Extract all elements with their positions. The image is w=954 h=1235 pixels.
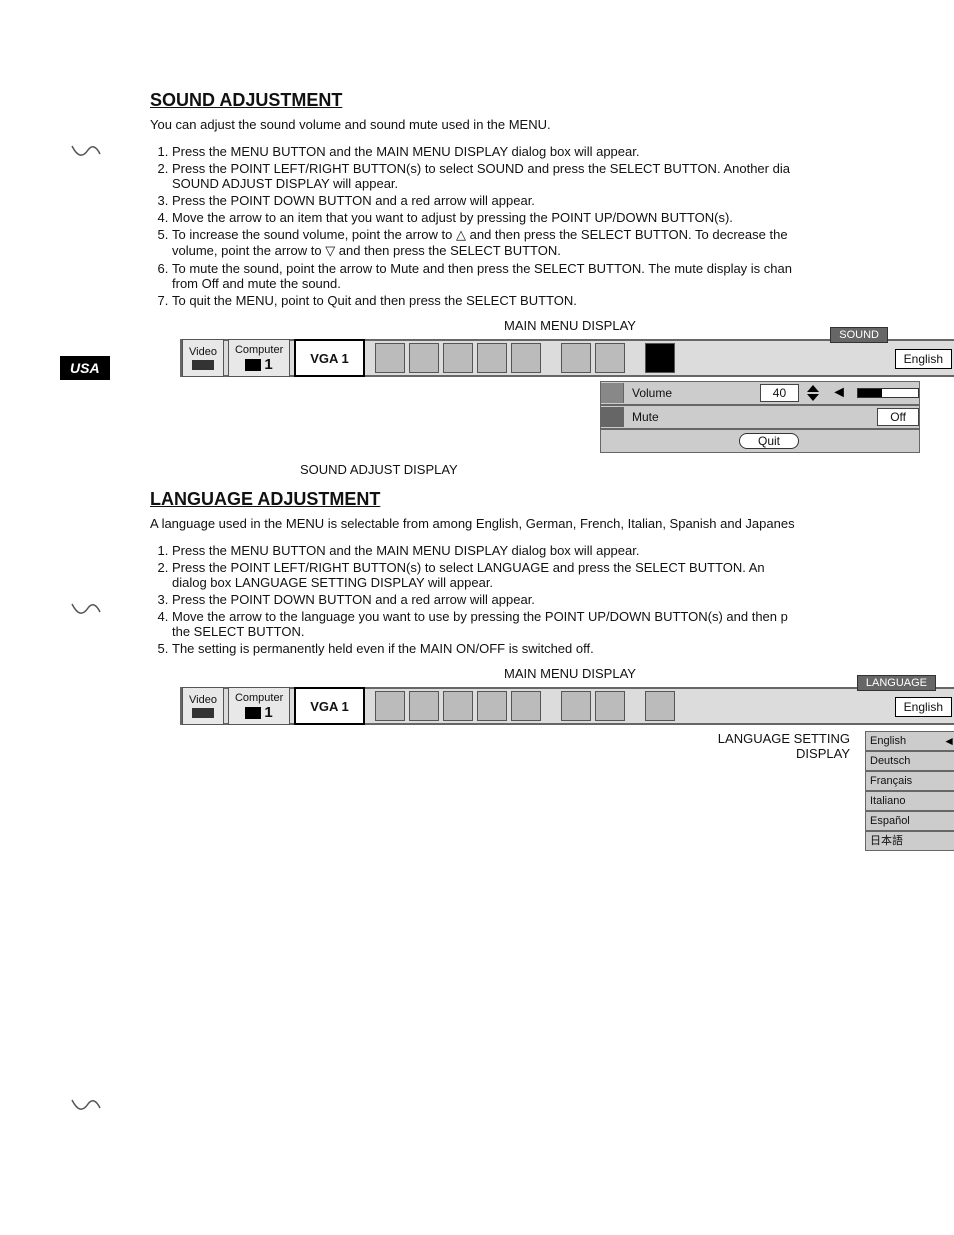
main-menu-bar: SOUND Video Computer 1 VGA 1 English [180,339,954,377]
red-arrow-icon: ◄ [943,732,954,750]
step-sub: SOUND ADJUST DISPLAY will appear. [172,176,954,191]
sound-step: To increase the sound volume, point the … [172,227,954,259]
sound-icon[interactable] [645,691,675,721]
sound-adjust-label: SOUND ADJUST DISPLAY [300,462,458,477]
lang-option-english[interactable]: English ◄ [865,731,954,751]
menu-icon[interactable] [409,691,439,721]
lang-step: Press the POINT DOWN BUTTON and a red ar… [172,592,954,607]
step-text: Press the POINT LEFT/RIGHT BUTTON(s) to … [172,161,790,176]
step-text: To mute the sound, point the arrow to Mu… [172,261,792,276]
sound-step: Press the MENU BUTTON and the MAIN MENU … [172,144,954,159]
mute-label: Mute [628,410,873,424]
menu-icon[interactable] [511,691,541,721]
tab-label: Video [189,694,217,706]
menu-icon[interactable] [375,691,405,721]
mute-value: Off [877,408,919,426]
lang-option-label: Français [870,772,912,790]
tab-video[interactable]: Video [182,687,224,725]
sound-adjust-panel: Volume 40 ◄ Mute Off Quit [600,381,920,453]
volume-row[interactable]: Volume 40 ◄ [600,381,920,405]
menu-icon[interactable] [511,343,541,373]
tab-video[interactable]: Video [182,339,224,377]
red-arrow-icon: ◄ [831,384,847,402]
lang-option-espanol[interactable]: Español [865,811,954,831]
main-menu-caption: MAIN MENU DISPLAY [180,666,954,681]
menu-icon[interactable] [443,343,473,373]
lang-step: Move the arrow to the language you want … [172,609,954,639]
comp-num: 1 [264,356,272,373]
language-badge: LANGUAGE [857,675,936,691]
step-sub: from Off and mute the sound. [172,276,954,291]
lang-option-francais[interactable]: Français [865,771,954,791]
volume-arrows[interactable] [807,385,819,401]
menu-icon[interactable] [561,691,591,721]
tab-computer[interactable]: Computer 1 [228,339,290,377]
lang-step: Press the POINT LEFT/RIGHT BUTTON(s) to … [172,560,954,590]
usa-tag: USA [60,356,110,380]
lang-option-label: English [870,732,906,750]
menu-icon[interactable] [477,691,507,721]
sound-step: To mute the sound, point the arrow to Mu… [172,261,954,291]
sound-step: Press the POINT DOWN BUTTON and a red ar… [172,193,954,208]
menu-icon[interactable] [409,343,439,373]
tab-vga1[interactable]: VGA 1 [294,339,365,377]
tab-label: Computer [235,692,283,704]
sound-heading: SOUND ADJUSTMENT [150,90,954,111]
tab-label: Computer [235,344,283,356]
lang-option-deutsch[interactable]: Deutsch [865,751,954,771]
menu-icon[interactable] [595,691,625,721]
menu-icon[interactable] [595,343,625,373]
sound-badge: SOUND [830,327,888,343]
sound-step: To quit the MENU, point to Quit and then… [172,293,954,308]
step-text: Move the arrow to the language you want … [172,609,788,624]
step-text: To increase the sound volume, point the … [172,227,788,242]
arrow-down-icon[interactable] [807,394,819,401]
sound-step: Press the POINT LEFT/RIGHT BUTTON(s) to … [172,161,954,191]
sound-step: Move the arrow to an item that you want … [172,210,954,225]
sound-intro: You can adjust the sound volume and soun… [150,117,954,132]
tab-computer[interactable]: Computer 1 [228,687,290,725]
language-intro: A language used in the MENU is selectabl… [150,516,954,531]
quit-button[interactable]: Quit [739,433,799,449]
language-selected[interactable]: English [895,349,952,369]
volume-value: 40 [760,384,799,402]
step-sub: dialog box LANGUAGE SETTING DISPLAY will… [172,575,954,590]
menu-icon[interactable] [477,343,507,373]
mute-icon [601,407,624,427]
main-menu-bar-lang: LANGUAGE Video Computer 1 VGA 1 [180,687,954,725]
menu-icon[interactable] [443,691,473,721]
lang-option-label: Deutsch [870,752,910,770]
computer-icon [245,359,261,371]
quit-row: Quit [600,429,920,453]
lang-option-japanese[interactable]: 日本語 [865,831,954,851]
step-text: Press the POINT LEFT/RIGHT BUTTON(s) to … [172,560,765,575]
lang-option-label: Español [870,812,910,830]
menu-icon[interactable] [561,343,591,373]
lang-step: Press the MENU BUTTON and the MAIN MENU … [172,543,954,558]
sound-icon[interactable] [645,343,675,373]
sound-steps: Press the MENU BUTTON and the MAIN MENU … [150,144,954,308]
menu-icon[interactable] [375,343,405,373]
step-sub: the SELECT BUTTON. [172,624,954,639]
lang-option-label: Italiano [870,792,905,810]
language-selected[interactable]: English [895,697,952,717]
computer-icon [245,707,261,719]
arrow-up-icon[interactable] [807,385,819,392]
video-icon [192,360,214,370]
tab-label: Video [189,346,217,358]
step-sub: volume, point the arrow to ▽ and then pr… [172,243,954,259]
language-setting-label: LANGUAGE SETTING DISPLAY [690,731,850,761]
language-heading: LANGUAGE ADJUSTMENT [150,489,954,510]
comp-num: 1 [264,704,272,721]
lang-option-italiano[interactable]: Italiano [865,791,954,811]
language-setting-panel: English ◄ Deutsch Français Italiano Espa… [865,731,954,851]
video-icon [192,708,214,718]
tab-vga1[interactable]: VGA 1 [294,687,365,725]
lang-option-label: 日本語 [870,832,903,850]
volume-icon [601,383,624,403]
language-steps: Press the MENU BUTTON and the MAIN MENU … [150,543,954,656]
lang-step: The setting is permanently held even if … [172,641,954,656]
mute-row[interactable]: Mute Off [600,405,920,429]
volume-label: Volume [628,386,756,400]
